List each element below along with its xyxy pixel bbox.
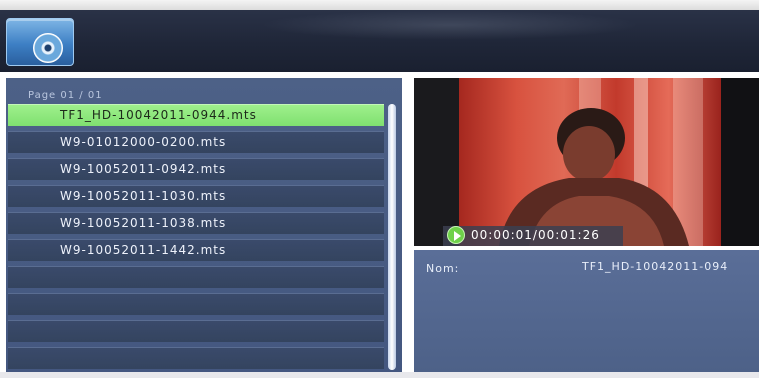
- bottom-bezel: [0, 372, 759, 378]
- file-info-panel: Nom: TF1_HD-10042011-094: [414, 250, 759, 372]
- list-scrollbar[interactable]: [388, 104, 396, 370]
- file-list-item[interactable]: W9-10052011-1030.mts: [8, 185, 384, 207]
- file-list-item[interactable]: [8, 293, 384, 315]
- media-player-screen: Page 01 / 01 TF1_HD-10042011-0944.mts W9…: [0, 0, 759, 378]
- file-list-item[interactable]: [8, 320, 384, 342]
- file-list-item[interactable]: W9-10052011-1038.mts: [8, 212, 384, 234]
- file-list-item[interactable]: W9-10052011-0942.mts: [8, 158, 384, 180]
- header-glare: [260, 10, 640, 40]
- scrollbar-thumb[interactable]: [388, 104, 396, 370]
- video-frame-figure: [499, 108, 689, 246]
- file-list-item[interactable]: [8, 347, 384, 369]
- playback-time: 00:00:01/00:01:26: [471, 228, 600, 242]
- video-letterbox: [721, 78, 759, 246]
- file-list-item[interactable]: W9-10052011-1442.mts: [8, 239, 384, 261]
- disc-icon: [33, 33, 63, 63]
- video-preview[interactable]: [459, 78, 721, 246]
- media-disc-icon[interactable]: [6, 18, 74, 66]
- name-value: TF1_HD-10042011-094: [582, 260, 729, 273]
- page-indicator: Page 01 / 01: [28, 90, 103, 101]
- file-list-item[interactable]: [8, 266, 384, 288]
- file-list-item[interactable]: TF1_HD-10042011-0944.mts: [8, 104, 384, 126]
- play-icon[interactable]: [447, 226, 465, 244]
- file-list-item[interactable]: W9-01012000-0200.mts: [8, 131, 384, 153]
- top-bezel: [0, 0, 759, 10]
- name-label: Nom:: [426, 262, 460, 275]
